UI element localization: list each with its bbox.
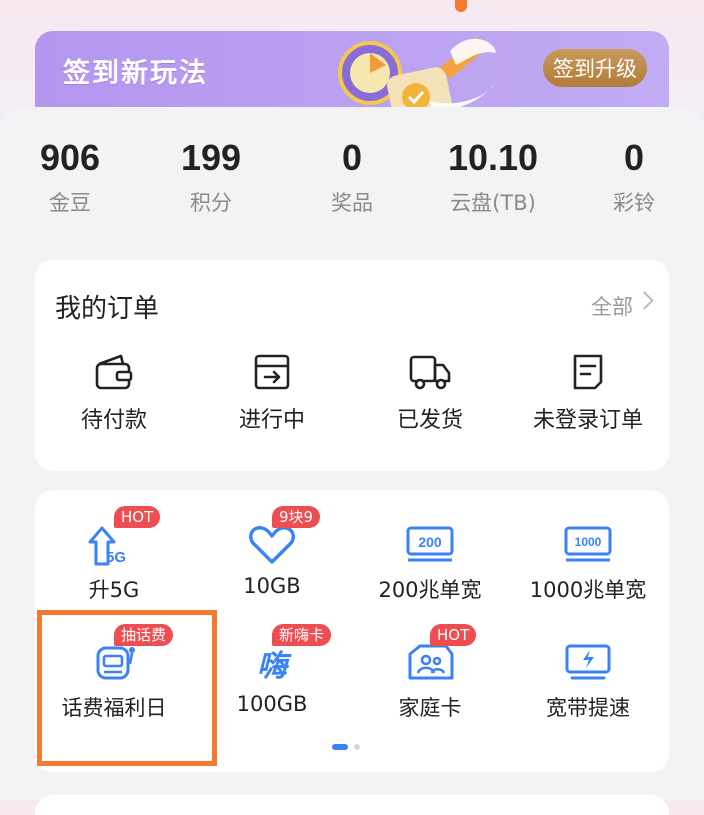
stat-value: 0 [341, 137, 363, 178]
stat-gold-beans[interactable]: 906 金豆 [5, 137, 135, 217]
service-label: 话费福利日 [61, 696, 167, 720]
broadband-200-icon: 200 [406, 526, 454, 562]
order-shipped[interactable]: 已发货 [351, 352, 509, 434]
stat-value: 199 [180, 137, 242, 178]
wallet-icon [95, 354, 133, 390]
stat-value: 0 [623, 137, 645, 178]
top-indicator [455, 0, 467, 12]
service-label: 1000兆单宽 [529, 578, 647, 602]
services-grid: 5G HOT 升5G 9块9 10GB 200 200兆单宽 1000 1000… [35, 490, 669, 772]
service-label: 家庭卡 [398, 696, 462, 720]
service-broadband-speedup[interactable]: 宽带提速 [509, 640, 667, 722]
badge-new-card: 新嗨卡 [272, 624, 332, 646]
page-dot[interactable] [354, 744, 360, 750]
service-10gb[interactable]: 9块9 10GB [193, 506, 351, 598]
service-upgrade-5g[interactable]: 5G HOT 升5G [35, 506, 193, 604]
orders-all-link[interactable]: 全部 [591, 291, 633, 321]
stat-cloud-disk[interactable]: 10.10 云盘(TB) [428, 137, 558, 217]
my-orders-card: 我的订单 全部 待付款 进行中 已发货 未登录订单 [35, 260, 669, 471]
badge-hot: HOT [114, 506, 161, 528]
order-unlogged[interactable]: 未登录订单 [509, 352, 667, 434]
stat-label: 积分 [190, 191, 232, 215]
icon-text: 1000 [575, 535, 602, 549]
page-dot-active [332, 744, 348, 750]
stat-label: 奖品 [331, 191, 373, 215]
inbox-icon [254, 354, 290, 390]
service-phonebill-welfare[interactable]: 抽话费 话费福利日 [35, 624, 193, 722]
slot-machine-icon [96, 646, 135, 680]
stat-prizes[interactable]: 0 奖品 [287, 137, 417, 217]
order-label: 已发货 [396, 408, 463, 433]
broadband-1000-icon: 1000 [564, 526, 612, 562]
service-label: 100GB [236, 692, 308, 716]
next-card-edge [35, 795, 669, 815]
service-broadband-200[interactable]: 200 200兆单宽 [351, 522, 509, 604]
document-icon [573, 354, 603, 390]
stat-ringtone[interactable]: 0 彩铃 [569, 137, 699, 217]
stats-row: 906 金豆 199 积分 0 奖品 10.10 云盘(TB) 0 彩铃 [0, 137, 704, 237]
checkin-upgrade-button[interactable]: 签到升级 [543, 49, 647, 87]
stat-label: 金豆 [49, 191, 91, 215]
icon-text: 200 [418, 534, 442, 550]
hai-card-icon: 嗨 [257, 649, 292, 684]
heart-icon [249, 526, 295, 564]
badge-hot: HOT [430, 624, 477, 646]
family-card-icon [408, 644, 454, 680]
service-family-card[interactable]: HOT 家庭卡 [351, 624, 509, 722]
stat-points[interactable]: 199 积分 [146, 137, 276, 217]
speedup-monitor-icon [565, 644, 611, 680]
order-label: 待付款 [80, 408, 147, 433]
stat-value: 10.10 [447, 137, 539, 178]
orders-title: 我的订单 [55, 294, 160, 324]
main-card: 906 金豆 199 积分 0 奖品 10.10 云盘(TB) 0 彩铃 我的订… [0, 107, 704, 815]
badge-draw: 抽话费 [114, 624, 174, 646]
icon-text: 嗨 [257, 649, 292, 684]
order-label: 进行中 [238, 408, 305, 433]
order-label: 未登录订单 [532, 408, 643, 433]
badge-price: 9块9 [272, 506, 321, 528]
upgrade-5g-icon: 5G [88, 526, 126, 566]
stat-label: 云盘(TB) [450, 191, 536, 215]
page-indicator [332, 744, 360, 750]
stat-value: 906 [39, 137, 101, 178]
service-label: 10GB [243, 574, 301, 598]
banner-title: 签到新玩法 [63, 58, 208, 89]
order-in-progress[interactable]: 进行中 [193, 352, 351, 434]
order-pending-payment[interactable]: 待付款 [35, 352, 193, 434]
service-label: 宽带提速 [546, 696, 630, 720]
service-label: 升5G [88, 578, 140, 602]
stat-label: 彩铃 [613, 191, 655, 215]
service-broadband-1000[interactable]: 1000 1000兆单宽 [509, 522, 667, 604]
truck-icon [409, 355, 451, 390]
chevron-right-icon[interactable] [635, 291, 654, 310]
service-100gb[interactable]: 嗨 新嗨卡 100GB [193, 624, 351, 716]
service-label: 200兆单宽 [378, 578, 482, 602]
svg-text:5G: 5G [106, 549, 126, 566]
